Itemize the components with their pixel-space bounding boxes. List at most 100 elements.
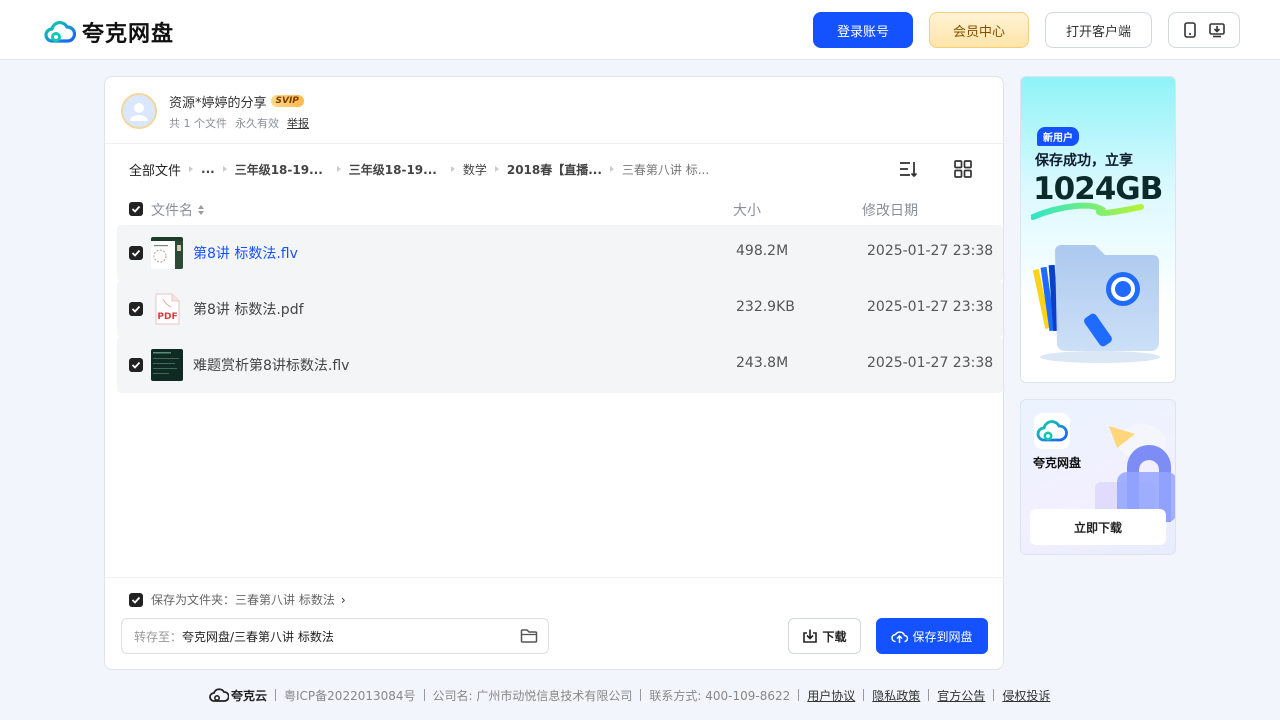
owner-name: 资源*婷婷的分享 (169, 95, 267, 111)
avatar (121, 93, 157, 129)
footer-divider (275, 689, 277, 701)
footer-contact: 联系方式: 400-109-8622 (649, 688, 791, 703)
quark-logo[interactable]: 夸克网盘 (44, 16, 174, 48)
column-size: 大小 (733, 203, 761, 219)
cloud-upload-icon (891, 630, 909, 643)
breadcrumb-separator (450, 166, 455, 172)
pdf-file-icon: PDF (155, 293, 180, 325)
file-date: 2025-01-27 23:38 (867, 299, 994, 315)
footer-divider (993, 689, 995, 701)
save-to-drive-button[interactable]: 保存到网盘 (876, 618, 988, 654)
file-count: 共 1 个文件 (169, 116, 227, 130)
footer-brand: 夸克云 (231, 688, 268, 703)
promo-swoosh-icon (1031, 202, 1144, 220)
check-icon (131, 361, 141, 369)
download-now-button[interactable]: 立即下载 (1030, 509, 1166, 545)
download-button[interactable]: 下载 (788, 618, 861, 654)
grid-view-icon[interactable] (952, 158, 974, 180)
breadcrumb-item[interactable]: 2018春【直播... (507, 161, 602, 178)
row-checkbox[interactable] (129, 246, 143, 260)
footer-company: 公司名: 广州市动悦信息技术有限公司 (432, 688, 633, 703)
breadcrumb-item[interactable]: ... (201, 162, 215, 176)
user-avatar-icon (130, 103, 148, 121)
cloud-logo-icon (44, 20, 76, 43)
save-path-field[interactable]: 转存至： 夸克网盘/三春第八讲 标数法 (121, 618, 549, 654)
file-date: 2025-01-27 23:38 (867, 243, 994, 259)
breadcrumb-item[interactable]: 三年级18-19... (235, 161, 323, 178)
footer-icp[interactable]: 粤ICP备2022013084号 (284, 687, 416, 704)
share-owner: 资源*婷婷的分享 SVIP 共 1 个文件 永久有效 举报 (121, 93, 309, 131)
video-thumbnail-icon (151, 349, 183, 381)
share-panel: 资源*婷婷的分享 SVIP 共 1 个文件 永久有效 举报 全部文件 ... 三… (104, 76, 1004, 670)
chevron-right-icon[interactable]: › (341, 593, 346, 607)
validity: 永久有效 (235, 116, 279, 130)
breadcrumb-separator (189, 166, 194, 172)
device-buttons (1168, 12, 1240, 48)
row-checkbox[interactable] (129, 302, 143, 316)
footer-link-privacy[interactable]: 隐私政策 (872, 687, 920, 704)
save-as-folder-checkbox[interactable] (129, 592, 143, 607)
table-row[interactable]: 难题赏析第8讲标数法.flv 243.8M 2025-01-27 23:38 (117, 337, 1003, 393)
new-user-badge: 新用户 (1037, 127, 1079, 146)
file-name-link[interactable]: 第8讲 标数法.flv (193, 243, 298, 263)
footer-divider (928, 689, 930, 701)
app-download-banner[interactable]: 夸克网盘 立即下载 (1020, 399, 1176, 555)
promo-headline: 保存成功，立享 (1035, 153, 1133, 169)
footer-divider (863, 689, 865, 701)
divider (105, 577, 1003, 578)
vip-center-button[interactable]: 会员中心 (929, 12, 1029, 48)
report-link[interactable]: 举报 (287, 115, 309, 131)
breadcrumb-current: 三春第八讲 标... (621, 162, 710, 177)
cloud-lock-illustration-icon (1095, 424, 1175, 522)
download-icon (803, 629, 818, 643)
table-row[interactable]: PDF 第8讲 标数法.pdf 232.9KB 2025-01-27 23:38 (117, 281, 1003, 337)
save-path-value: 夸克网盘/三春第八讲 标数法 (182, 629, 334, 644)
quark-folder-illustration-icon (1032, 245, 1160, 363)
file-name[interactable]: 难题赏析第8讲标数法.flv (193, 355, 349, 375)
login-button[interactable]: 登录账号 (813, 12, 913, 48)
column-date: 修改日期 (862, 203, 918, 219)
file-size: 498.2M (736, 243, 789, 259)
check-icon (131, 249, 141, 257)
breadcrumb-item[interactable]: 三年级18-19... (349, 161, 437, 178)
file-date: 2025-01-27 23:38 (867, 355, 994, 371)
check-icon (131, 596, 141, 604)
folder-icon[interactable] (520, 628, 538, 644)
footer: 夸克云 粤ICP备2022013084号 公司名: 广州市动悦信息技术有限公司 … (209, 686, 1050, 704)
save-as-folder-label: 保存为文件夹：三春第八讲 标数法 (151, 593, 335, 607)
sort-icon[interactable] (897, 158, 919, 180)
row-checkbox[interactable] (129, 358, 143, 372)
quark-app-icon (1034, 413, 1070, 449)
column-name[interactable]: 文件名 (151, 200, 206, 220)
breadcrumb-item[interactable]: 全部文件 (129, 160, 181, 179)
breadcrumb: 全部文件 ... 三年级18-19... 三年级18-19... 数学 2018… (129, 159, 709, 179)
quark-cloud-logo-icon (209, 688, 229, 702)
footer-link-announcement[interactable]: 官方公告 (937, 687, 985, 704)
desktop-download-icon[interactable] (1209, 22, 1225, 38)
breadcrumb-separator (609, 166, 614, 172)
footer-divider (640, 689, 642, 701)
select-all-checkbox[interactable] (129, 202, 143, 216)
file-name[interactable]: 第8讲 标数法.pdf (193, 299, 304, 319)
breadcrumb-item[interactable]: 数学 (463, 161, 487, 178)
divider (105, 143, 1003, 144)
column-name-label: 文件名 (151, 203, 193, 219)
sort-toggle-icon (198, 205, 204, 215)
pdf-label: PDF (157, 312, 177, 322)
footer-divider (798, 689, 800, 701)
file-size: 232.9KB (736, 299, 795, 315)
table-row[interactable]: 第8讲 标数法.flv 498.2M 2025-01-27 23:38 (117, 225, 1003, 281)
app-name: 夸克网盘 (1033, 456, 1082, 470)
footer-divider (423, 689, 425, 701)
breadcrumb-separator (336, 166, 341, 172)
download-label: 下载 (822, 629, 847, 644)
open-client-button[interactable]: 打开客户端 (1045, 12, 1152, 48)
save-as-folder-option[interactable]: 保存为文件夹：三春第八讲 标数法 › (129, 591, 346, 608)
new-user-promo-banner[interactable]: 新用户 保存成功，立享 1024GB (1020, 76, 1176, 383)
footer-link-user-agreement[interactable]: 用户协议 (807, 687, 855, 704)
mobile-icon[interactable] (1183, 22, 1197, 38)
footer-link-infringement[interactable]: 侵权投诉 (1002, 687, 1050, 704)
video-thumbnail-icon (151, 237, 183, 269)
brand-name: 夸克网盘 (82, 22, 175, 47)
save-path-label: 转存至： (134, 629, 183, 644)
